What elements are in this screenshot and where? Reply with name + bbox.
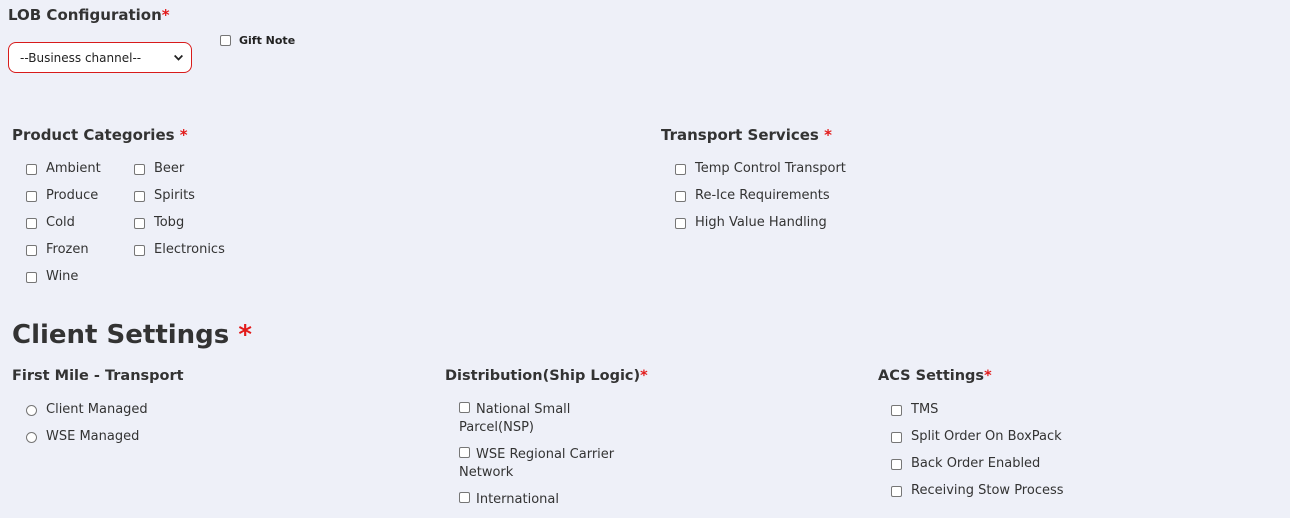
distribution-nsp[interactable]: National Small Parcel(NSP) [459, 401, 619, 437]
gift-note-checkbox[interactable] [220, 34, 231, 46]
required-mark: * [161, 6, 170, 24]
business-channel-value: --Business channel-- [20, 51, 142, 65]
product-categories-title: Product Categories * [12, 126, 188, 144]
checkbox[interactable] [675, 164, 686, 175]
client-settings-title: Client Settings * [12, 320, 252, 350]
checkbox[interactable] [891, 432, 902, 443]
checkbox[interactable] [26, 272, 37, 283]
gift-note-option[interactable]: Gift Note [220, 34, 295, 47]
checkbox[interactable] [675, 191, 686, 202]
gift-note-label: Gift Note [239, 34, 296, 47]
checkbox[interactable] [459, 447, 470, 458]
chevron-down-icon [174, 54, 183, 61]
checkbox[interactable] [26, 164, 37, 175]
checkbox[interactable] [675, 218, 686, 229]
checkbox[interactable] [134, 164, 145, 175]
checkbox[interactable] [459, 402, 470, 413]
checkbox[interactable] [26, 245, 37, 256]
acs-settings-title: ACS Settings* [878, 368, 992, 384]
checkbox[interactable] [134, 218, 145, 229]
radio[interactable] [26, 432, 37, 443]
checkbox[interactable] [891, 486, 902, 497]
checkbox[interactable] [134, 191, 145, 202]
distribution-regional-carrier[interactable]: WSE Regional Carrier Network [459, 446, 619, 482]
checkbox[interactable] [459, 492, 470, 503]
checkbox[interactable] [26, 191, 37, 202]
distribution-international[interactable]: International [459, 491, 619, 509]
checkbox[interactable] [891, 405, 902, 416]
transport-services-title: Transport Services * [661, 126, 832, 144]
radio[interactable] [26, 405, 37, 416]
business-channel-select[interactable]: --Business channel-- [8, 42, 192, 73]
checkbox[interactable] [26, 218, 37, 229]
lob-configuration-title: LOB Configuration* [8, 6, 170, 24]
checkbox[interactable] [891, 459, 902, 470]
checkbox[interactable] [134, 245, 145, 256]
first-mile-title: First Mile - Transport [12, 368, 184, 384]
distribution-title: Distribution(Ship Logic)* [445, 368, 648, 384]
